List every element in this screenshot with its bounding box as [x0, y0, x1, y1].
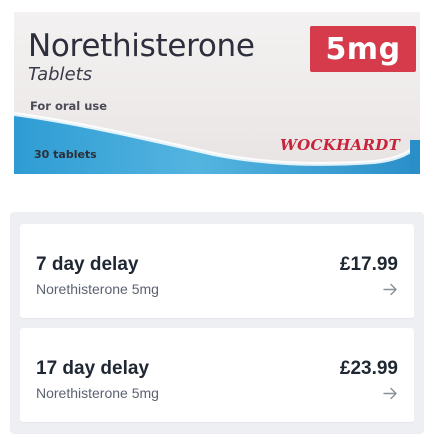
option-subtitle: Norethisterone 5mg [36, 281, 159, 297]
option-title: 17 day delay [36, 358, 150, 379]
option-card-17-day[interactable]: 17 day delay Norethisterone 5mg £23.99 [20, 328, 414, 422]
option-subtitle: Norethisterone 5mg [36, 385, 159, 401]
product-box-image: Norethisterone Tablets 5mg For oral use … [14, 12, 420, 174]
box-tablet-count: 30 tablets [34, 148, 97, 161]
option-title: 7 day delay [36, 254, 139, 275]
arrow-right-icon [383, 283, 397, 296]
option-price: £17.99 [339, 254, 398, 275]
arrow-right-icon [383, 387, 397, 400]
option-card-7-day[interactable]: 7 day delay Norethisterone 5mg £17.99 [20, 224, 414, 318]
delay-options-panel: 7 day delay Norethisterone 5mg £17.99 17… [10, 212, 424, 434]
option-price: £23.99 [339, 358, 398, 379]
box-brand-logo: WOCKHARDT [280, 136, 401, 154]
box-strength-badge: 5mg [310, 26, 416, 72]
box-product-name: Norethisterone [28, 28, 255, 64]
box-product-form: Tablets [28, 64, 93, 85]
